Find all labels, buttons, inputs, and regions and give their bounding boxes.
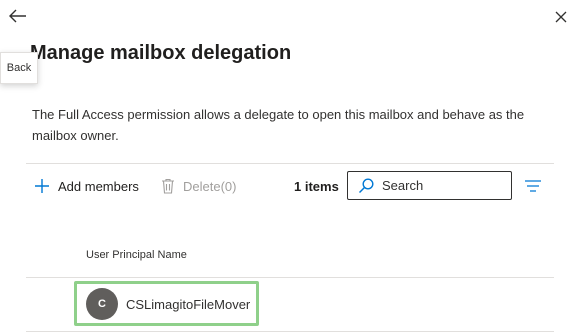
plus-icon [35, 179, 49, 193]
user-principal-name[interactable]: CSLimagitoFileMover [126, 297, 250, 312]
arrow-left-icon [9, 9, 26, 23]
filter-button[interactable] [522, 177, 544, 195]
back-button[interactable] [4, 4, 32, 28]
search-icon [358, 177, 374, 193]
back-tooltip: Back [0, 52, 38, 84]
close-icon [555, 11, 567, 23]
delete-button[interactable]: Delete(0) [161, 178, 236, 194]
column-header-upn[interactable]: User Principal Name [86, 249, 187, 261]
delete-label: Delete(0) [183, 178, 237, 194]
search-box[interactable]: Search [347, 171, 512, 200]
divider [26, 163, 554, 164]
search-placeholder: Search [382, 178, 424, 193]
trash-icon [162, 178, 174, 194]
items-count: 1 items [294, 179, 339, 194]
row-divider [26, 331, 554, 332]
page-title: Manage mailbox delegation [30, 42, 292, 64]
close-button[interactable] [550, 6, 572, 28]
filter-lines-icon [525, 180, 541, 192]
permission-description: The Full Access permission allows a dele… [32, 107, 525, 143]
add-members-button[interactable]: Add members [34, 178, 139, 194]
add-members-label: Add members [58, 178, 139, 194]
avatar: C [86, 288, 118, 320]
header-divider [26, 277, 554, 278]
